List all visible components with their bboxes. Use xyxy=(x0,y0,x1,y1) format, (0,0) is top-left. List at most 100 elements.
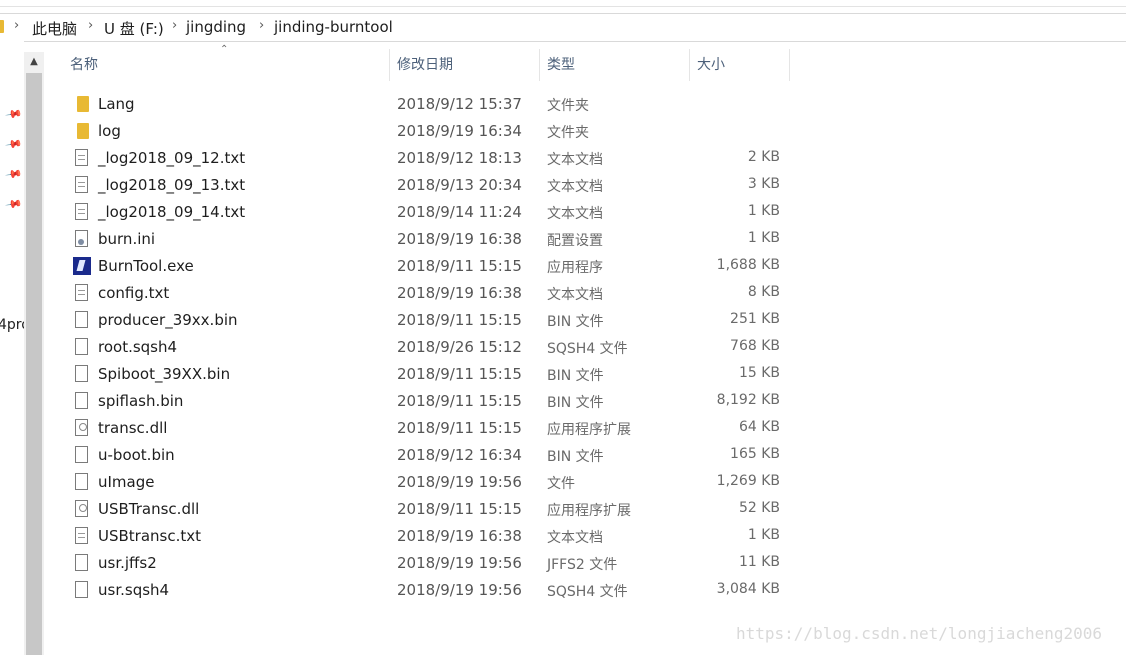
top-divider xyxy=(0,6,1126,7)
file-row[interactable]: burn.ini 2018/9/19 16:38 配置设置 1 KB xyxy=(70,226,790,253)
file-icon xyxy=(75,473,88,490)
column-divider[interactable] xyxy=(789,49,790,81)
file-icon xyxy=(75,554,88,571)
breadcrumb-this-pc[interactable]: 此电脑 xyxy=(32,18,77,39)
column-header-modified[interactable]: 修改日期 xyxy=(389,46,539,84)
file-icon xyxy=(75,365,88,382)
file-row[interactable]: BurnTool.exe 2018/9/11 15:15 应用程序 1,688 KB xyxy=(70,253,790,280)
address-bar[interactable]: › 此电脑 › U 盘 (F:) › jingding › jinding-bu… xyxy=(0,13,1126,42)
file-size: 8,192 KB xyxy=(716,392,780,408)
file-type: 配置设置 xyxy=(547,233,603,249)
file-modified-date: 2018/9/14 11:24 xyxy=(397,203,522,221)
file-row[interactable]: uImage 2018/9/19 19:56 文件 1,269 KB xyxy=(70,469,790,496)
file-row[interactable]: usr.sqsh4 2018/9/19 19:56 SQSH4 文件 3,084 KB xyxy=(70,577,790,604)
file-row[interactable]: transc.dll 2018/9/11 15:15 应用程序扩展 64 KB xyxy=(70,415,790,442)
chevron-right-icon[interactable]: › xyxy=(88,18,93,33)
pin-icon[interactable]: 📌 xyxy=(5,105,24,124)
file-modified-date: 2018/9/12 15:37 xyxy=(397,95,522,113)
file-row[interactable]: _log2018_09_13.txt 2018/9/13 20:34 文本文档 3 K… xyxy=(70,172,790,199)
navigation-pane: 📌 📌 📌 📌 xyxy=(0,41,24,655)
file-modified-date: 2018/9/26 15:12 xyxy=(397,338,522,356)
folder-icon xyxy=(77,96,89,112)
file-name: Lang xyxy=(98,95,135,113)
file-size: 64 KB xyxy=(738,419,780,435)
file-size: 3,084 KB xyxy=(716,581,780,597)
breadcrumb-jingding[interactable]: jingding xyxy=(186,18,246,36)
file-type: BIN 文件 xyxy=(547,395,604,411)
file-icon xyxy=(75,581,88,598)
pin-icon[interactable]: 📌 xyxy=(5,195,24,214)
file-size: 3 KB xyxy=(747,176,780,192)
file-row[interactable]: USBTransc.dll 2018/9/11 15:15 应用程序扩展 52 KB xyxy=(70,496,790,523)
column-header-size[interactable]: 大小 xyxy=(689,46,790,84)
file-type: BIN 文件 xyxy=(547,449,604,465)
pin-icon[interactable]: 📌 xyxy=(5,165,24,184)
file-name: u-boot.bin xyxy=(98,446,175,464)
file-type: BIN 文件 xyxy=(547,368,604,384)
file-modified-date: 2018/9/19 16:38 xyxy=(397,230,522,248)
file-modified-date: 2018/9/11 15:15 xyxy=(397,500,522,518)
text-document-icon xyxy=(75,149,88,166)
file-icon xyxy=(75,446,88,463)
file-size: 165 KB xyxy=(730,446,780,462)
file-size: 11 KB xyxy=(738,554,780,570)
file-type: 文本文档 xyxy=(547,152,603,168)
file-row[interactable]: producer_39xx.bin 2018/9/11 15:15 BIN 文件 25… xyxy=(70,307,790,334)
column-header-row: 名称 修改日期 类型 大小 xyxy=(62,46,790,84)
pin-icon[interactable]: 📌 xyxy=(5,135,24,154)
file-type: 应用程序扩展 xyxy=(547,503,631,519)
file-row[interactable]: config.txt 2018/9/19 16:38 文本文档 8 KB xyxy=(70,280,790,307)
file-name: BurnTool.exe xyxy=(98,257,194,275)
file-type: SQSH4 文件 xyxy=(547,584,628,600)
file-name: root.sqsh4 xyxy=(98,338,178,356)
scrollbar-thumb[interactable] xyxy=(26,73,42,655)
file-type: BIN 文件 xyxy=(547,314,604,330)
file-row[interactable]: log 2018/9/19 16:34 文件夹 xyxy=(70,118,790,145)
file-name: USBtransc.txt xyxy=(98,527,202,545)
file-type: 文件夹 xyxy=(547,98,589,114)
file-row[interactable]: root.sqsh4 2018/9/26 15:12 SQSH4 文件 768 KB xyxy=(70,334,790,361)
file-row[interactable]: u-boot.bin 2018/9/12 16:34 BIN 文件 165 KB xyxy=(70,442,790,469)
file-name: log xyxy=(98,122,121,140)
file-row[interactable]: USBtransc.txt 2018/9/19 16:38 文本文档 1 KB xyxy=(70,523,790,550)
column-header-type[interactable]: 类型 xyxy=(539,46,689,84)
file-modified-date: 2018/9/11 15:15 xyxy=(397,419,522,437)
file-icon xyxy=(75,338,88,355)
file-name: _log2018_09_14.txt xyxy=(98,203,246,221)
folder-icon xyxy=(0,20,4,33)
breadcrumb-jinding-burntool[interactable]: jinding-burntool xyxy=(274,18,393,36)
file-name: transc.dll xyxy=(98,419,168,437)
file-type: JFFS2 文件 xyxy=(547,557,618,573)
file-icon xyxy=(75,392,88,409)
chevron-right-icon[interactable]: › xyxy=(259,18,264,33)
breadcrumb-usb-drive[interactable]: U 盘 (F:) xyxy=(104,18,164,39)
file-row[interactable]: _log2018_09_12.txt 2018/9/12 18:13 文本文档 2 K… xyxy=(70,145,790,172)
chevron-right-icon[interactable]: › xyxy=(172,18,177,33)
application-icon xyxy=(73,257,91,275)
file-row[interactable]: spiflash.bin 2018/9/11 15:15 BIN 文件 8,192 K… xyxy=(70,388,790,415)
file-row[interactable]: Spiboot_39XX.bin 2018/9/11 15:15 BIN 文件 15 … xyxy=(70,361,790,388)
file-row[interactable]: usr.jffs2 2018/9/19 19:56 JFFS2 文件 11 KB xyxy=(70,550,790,577)
file-name: burn.ini xyxy=(98,230,156,248)
file-type: 应用程序扩展 xyxy=(547,422,631,438)
file-modified-date: 2018/9/11 15:15 xyxy=(397,257,522,275)
file-row[interactable]: Lang 2018/9/12 15:37 文件夹 xyxy=(70,91,790,118)
file-size: 251 KB xyxy=(730,311,780,327)
scroll-up-arrow-icon[interactable]: ▲ xyxy=(24,52,44,72)
file-name: uImage xyxy=(98,473,155,491)
file-name: spiflash.bin xyxy=(98,392,184,410)
file-modified-date: 2018/9/11 15:15 xyxy=(397,365,522,383)
file-type: 文本文档 xyxy=(547,179,603,195)
file-name: config.txt xyxy=(98,284,170,302)
column-header-name[interactable]: 名称 xyxy=(62,46,389,84)
file-modified-date: 2018/9/13 20:34 xyxy=(397,176,522,194)
chevron-right-icon[interactable]: › xyxy=(14,18,19,33)
file-modified-date: 2018/9/19 19:56 xyxy=(397,554,522,572)
dll-icon xyxy=(75,419,88,436)
file-icon xyxy=(75,311,88,328)
file-name: _log2018_09_13.txt xyxy=(98,176,246,194)
file-name: usr.jffs2 xyxy=(98,554,157,572)
file-name: usr.sqsh4 xyxy=(98,581,170,599)
file-type: 应用程序 xyxy=(547,260,603,276)
file-row[interactable]: _log2018_09_14.txt 2018/9/14 11:24 文本文档 1 K… xyxy=(70,199,790,226)
